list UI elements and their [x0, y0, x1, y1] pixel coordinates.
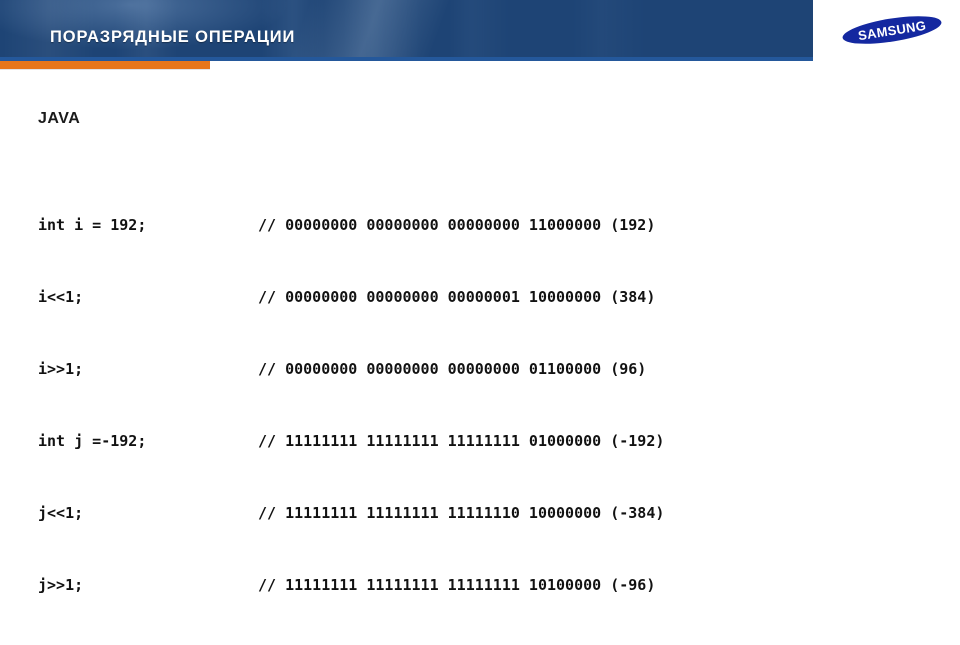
code-statement: i>>1; — [38, 360, 84, 378]
code-statement: i<<1; — [38, 288, 84, 306]
presentation-slide: ПОРАЗРЯДНЫЕ ОПЕРАЦИИ SAMSUNG JAVA int i … — [0, 0, 960, 594]
samsung-logo: SAMSUNG — [841, 14, 943, 46]
code-comment: // 00000000 00000000 00000000 01100000 (… — [258, 360, 647, 378]
code-row: int i = 192; // 00000000 00000000 0000000… — [38, 213, 664, 237]
code-row: i>>1; // 00000000 00000000 00000000 01100… — [38, 357, 664, 381]
header-sheen-overlay — [287, 0, 453, 61]
code-row: int j =-192; // 11111111 11111111 1111111… — [38, 429, 664, 453]
accent-bar-shadow — [0, 69, 210, 70]
java-heading: JAVA — [38, 110, 81, 127]
code-comment: // 00000000 00000000 00000001 10000000 (… — [258, 288, 656, 306]
code-statement: j<<1; — [38, 504, 84, 522]
code-row: j>>1; // 11111111 11111111 11111111 10100… — [38, 573, 664, 597]
code-comment: // 11111111 11111111 11111111 10100000 (… — [258, 576, 656, 594]
code-row: j<<1; // 11111111 11111111 11111110 10000… — [38, 501, 664, 525]
code-statement: int j =-192; — [38, 432, 147, 450]
orange-accent-bar — [0, 61, 210, 69]
code-row: i<<1; // 00000000 00000000 00000001 10000… — [38, 285, 664, 309]
slide-title: ПОРАЗРЯДНЫЕ ОПЕРАЦИИ — [50, 28, 296, 46]
logo-area: SAMSUNG — [813, 0, 960, 61]
code-block: int i = 192; // 00000000 00000000 0000000… — [38, 165, 664, 645]
code-statement: j>>1; — [38, 576, 84, 594]
code-statement: int i = 192; — [38, 216, 147, 234]
code-comment: // 11111111 11111111 11111110 10000000 (… — [258, 504, 665, 522]
code-comment: // 11111111 11111111 11111111 01000000 (… — [258, 432, 665, 450]
slide-header-band: ПОРАЗРЯДНЫЕ ОПЕРАЦИИ — [0, 0, 813, 61]
code-comment: // 00000000 00000000 00000000 11000000 (… — [258, 216, 656, 234]
